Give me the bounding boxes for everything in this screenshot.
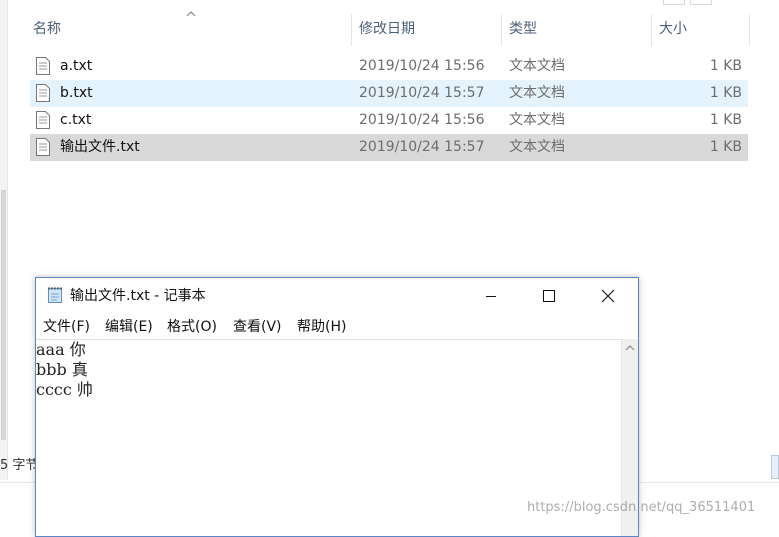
notepad-window: 输出文件.txt - 记事本 文件(F) 编辑(E) 格式(O) 查看(V) 帮… (35, 277, 639, 537)
column-header-type-label: 类型 (509, 21, 537, 37)
sort-up-icon (185, 8, 197, 20)
column-header-name-label: 名称 (33, 21, 61, 37)
file-size: 1 KB (709, 58, 742, 74)
column-divider[interactable] (749, 14, 750, 46)
file-size: 1 KB (709, 139, 742, 155)
file-name: b.txt (60, 85, 93, 101)
column-header-row: 名称 修改日期 类型 大小 (7, 10, 767, 48)
toolbar-fragment (690, 0, 712, 5)
menu-format[interactable]: 格式(O) (167, 316, 217, 338)
menu-edit[interactable]: 编辑(E) (105, 316, 153, 338)
view-toggle-button[interactable] (771, 455, 779, 479)
toolbar-fragment (663, 0, 685, 5)
file-date: 2019/10/24 15:56 (359, 112, 485, 128)
scroll-up-icon[interactable] (625, 343, 635, 353)
menu-view[interactable]: 查看(V) (233, 316, 282, 338)
text-line: cccc 帅 (36, 380, 93, 399)
close-button[interactable] (585, 278, 631, 314)
file-date: 2019/10/24 15:57 (359, 139, 485, 155)
file-date: 2019/10/24 15:56 (359, 58, 485, 74)
maximize-icon (543, 290, 555, 302)
status-bar-text: 5 字节 (0, 458, 39, 473)
file-size: 1 KB (709, 85, 742, 101)
file-name: 输出文件.txt (60, 139, 140, 155)
notepad-app-icon (48, 287, 62, 303)
file-date: 2019/10/24 15:57 (359, 85, 485, 101)
column-header-size-label: 大小 (659, 21, 687, 37)
left-scrollbar-thumb[interactable] (1, 190, 6, 440)
minimize-button[interactable] (468, 278, 514, 314)
maximize-button[interactable] (526, 278, 572, 314)
file-row[interactable]: b.txt 2019/10/24 15:57 文本文档 1 KB (30, 80, 748, 107)
watermark-text: https://blog.csdn.net/qq_36511401 (527, 500, 756, 515)
file-size: 1 KB (709, 112, 742, 128)
column-header-date[interactable]: 修改日期 (351, 10, 501, 48)
menu-file[interactable]: 文件(F) (43, 316, 90, 338)
text-file-icon (36, 138, 50, 156)
file-name: a.txt (60, 58, 93, 74)
file-type: 文本文档 (509, 112, 565, 128)
text-file-icon (36, 84, 50, 102)
file-type: 文本文档 (509, 85, 565, 101)
text-file-icon (36, 57, 50, 75)
notepad-title: 输出文件.txt - 记事本 (70, 288, 206, 304)
left-scrollbar[interactable] (0, 0, 8, 480)
close-icon (601, 289, 615, 303)
file-name: c.txt (60, 112, 92, 128)
text-file-icon (36, 111, 50, 129)
column-header-size[interactable]: 大小 (651, 10, 749, 48)
column-header-type[interactable]: 类型 (501, 10, 651, 48)
file-type: 文本文档 (509, 139, 565, 155)
file-list: a.txt 2019/10/24 15:56 文本文档 1 KB b.txt 2… (30, 53, 748, 161)
file-row[interactable]: a.txt 2019/10/24 15:56 文本文档 1 KB (30, 53, 748, 80)
notepad-titlebar[interactable]: 输出文件.txt - 记事本 (36, 278, 638, 314)
text-line: bbb 真 (36, 360, 88, 379)
notepad-menubar: 文件(F) 编辑(E) 格式(O) 查看(V) 帮助(H) (36, 316, 638, 338)
text-line: aaa 你 (36, 340, 86, 359)
file-row[interactable]: 输出文件.txt 2019/10/24 15:57 文本文档 1 KB (30, 134, 748, 161)
minimize-icon (486, 296, 496, 297)
file-row[interactable]: c.txt 2019/10/24 15:56 文本文档 1 KB (30, 107, 748, 134)
file-type: 文本文档 (509, 58, 565, 74)
column-header-date-label: 修改日期 (359, 21, 415, 37)
menu-help[interactable]: 帮助(H) (297, 316, 346, 338)
